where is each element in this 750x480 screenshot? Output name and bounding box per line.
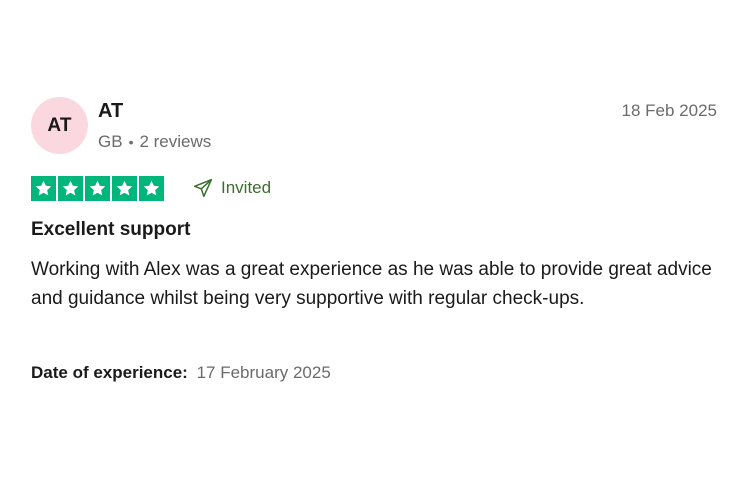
- experience-date: 17 February 2025: [196, 363, 331, 382]
- star-icon: [85, 176, 110, 201]
- star-icon: [112, 176, 137, 201]
- invited-label: Invited: [221, 178, 272, 197]
- avatar-initials: AT: [47, 114, 72, 136]
- separator-dot: •: [128, 134, 134, 150]
- review-title: Excellent support: [31, 219, 191, 240]
- star-rating: [31, 176, 164, 201]
- star-icon: [58, 176, 83, 201]
- star-icon: [139, 176, 164, 201]
- reviewer-review-count: 2 reviews: [139, 132, 212, 151]
- avatar[interactable]: AT: [31, 97, 88, 154]
- invited-badge[interactable]: Invited: [193, 178, 271, 198]
- review-date: 18 Feb 2025: [621, 101, 717, 120]
- star-icon: [31, 176, 56, 201]
- date-of-experience: Date of experience: 17 February 2025: [31, 363, 331, 383]
- paper-plane-icon: [193, 178, 213, 198]
- review-card: AT AT GB • 2 reviews 18 Feb 2025 Invited…: [0, 0, 750, 480]
- reviewer-meta: GB • 2 reviews: [98, 132, 211, 152]
- experience-label: Date of experience:: [31, 363, 188, 382]
- reviewer-country: GB: [98, 132, 123, 151]
- review-body: Working with Alex was a great experience…: [31, 259, 712, 309]
- reviewer-name[interactable]: AT: [98, 100, 123, 123]
